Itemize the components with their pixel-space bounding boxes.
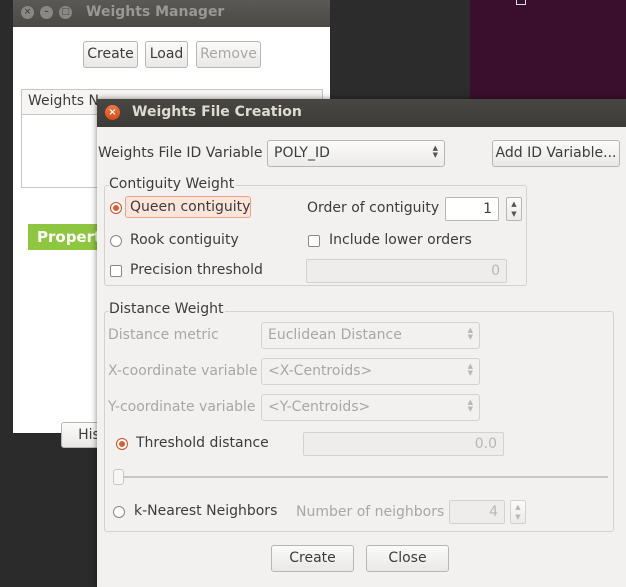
weights-manager-titlebar: × – □ Weights Manager [13, 0, 330, 27]
weights-list-header-label: Weights N [28, 93, 99, 109]
distance-metric-select[interactable]: Euclidean Distance ▲ ▼ [261, 322, 480, 349]
window-title: Weights Manager [86, 4, 225, 20]
threshold-distance-input[interactable]: 0.0 [303, 432, 504, 456]
id-variable-value: POLY_ID [274, 145, 330, 161]
distance-group-label: Distance Weight [109, 301, 226, 317]
chevron-updown-icon: ▲ ▼ [467, 326, 473, 341]
precision-threshold-label[interactable]: Precision threshold [130, 262, 263, 278]
close-icon[interactable]: × [105, 105, 120, 120]
distance-metric-label: Distance metric [108, 327, 219, 343]
k-nearest-neighbors-label[interactable]: k-Nearest Neighbors [134, 503, 277, 519]
threshold-slider-track[interactable] [116, 476, 608, 478]
include-lower-orders-label[interactable]: Include lower orders [329, 232, 472, 248]
order-of-contiguity-input[interactable]: 1 [445, 197, 499, 221]
rook-contiguity-label[interactable]: Rook contiguity [130, 232, 239, 248]
y-coordinate-value: <Y-Centroids> [268, 399, 371, 415]
x-coordinate-value: <X-Centroids> [268, 363, 373, 379]
y-coordinate-select[interactable]: <Y-Centroids> ▲ ▼ [261, 394, 480, 421]
number-of-neighbors-label: Number of neighbors [296, 504, 445, 520]
queen-contiguity-label[interactable]: Queen contiguity [130, 199, 250, 215]
dialog-title: Weights File Creation [132, 104, 302, 120]
k-nearest-neighbors-radio[interactable] [113, 506, 125, 518]
load-weights-button[interactable]: Load [145, 41, 188, 68]
chevron-updown-icon: ▲ ▼ [467, 398, 473, 413]
queen-contiguity-radio[interactable] [110, 202, 122, 214]
close-icon[interactable]: × [21, 6, 34, 19]
weights-file-creation-dialog: × Weights File Creation Weights File ID … [97, 99, 626, 587]
x-coordinate-label: X-coordinate variable [108, 363, 258, 379]
add-id-variable-button[interactable]: Add ID Variable... [492, 140, 620, 167]
desktop-background [330, 0, 470, 100]
order-of-contiguity-label: Order of contiguity [307, 200, 440, 216]
y-coordinate-label: Y-coordinate variable [108, 399, 256, 415]
create-weights-button[interactable]: Create [83, 41, 138, 68]
dialog-titlebar: × Weights File Creation [97, 99, 626, 127]
order-stepper[interactable]: ▲ ▼ [506, 197, 522, 221]
chevron-updown-icon: ▲ ▼ [432, 144, 438, 159]
minimize-icon[interactable]: – [40, 6, 53, 19]
remove-weights-button[interactable]: Remove [196, 41, 261, 68]
number-of-neighbors-input[interactable]: 4 [449, 500, 505, 524]
threshold-distance-label[interactable]: Threshold distance [136, 435, 269, 451]
rook-contiguity-radio[interactable] [110, 235, 122, 247]
contiguity-group-label: Contiguity Weight [109, 176, 237, 192]
distance-metric-value: Euclidean Distance [268, 327, 402, 343]
id-variable-label: Weights File ID Variable [98, 145, 263, 161]
neighbors-stepper[interactable]: ▲ ▼ [510, 500, 526, 524]
desktop-wallpaper [470, 0, 626, 100]
include-lower-orders-checkbox[interactable] [308, 235, 320, 247]
chevron-updown-icon: ▲ ▼ [467, 362, 473, 377]
x-coordinate-select[interactable]: <X-Centroids> ▲ ▼ [261, 358, 480, 385]
threshold-distance-radio[interactable] [116, 438, 128, 450]
precision-threshold-input[interactable]: 0 [306, 259, 507, 283]
create-button[interactable]: Create [271, 545, 354, 572]
threshold-slider-handle[interactable] [113, 469, 124, 485]
id-variable-select[interactable]: POLY_ID ▲ ▼ [267, 140, 445, 167]
desktop-icon [516, 0, 526, 5]
precision-threshold-checkbox[interactable] [110, 265, 122, 277]
close-button[interactable]: Close [366, 545, 449, 572]
maximize-icon[interactable]: □ [59, 6, 72, 19]
